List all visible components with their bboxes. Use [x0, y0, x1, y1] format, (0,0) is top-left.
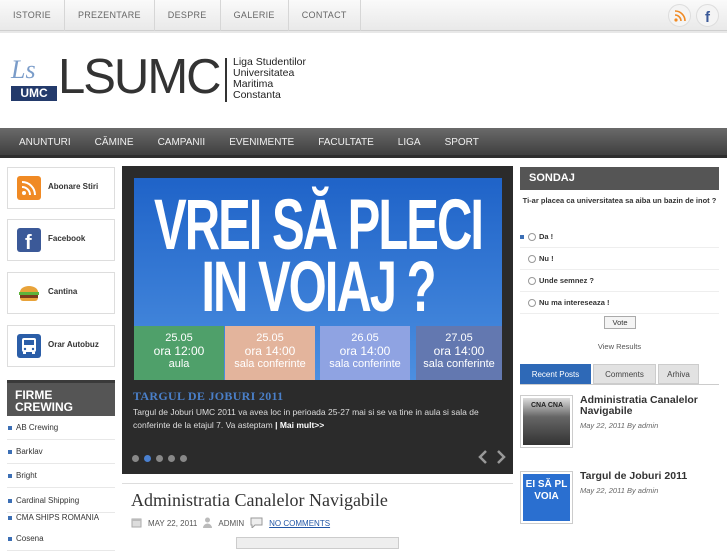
recent-post-date: May 22, 2011 By admin [580, 486, 659, 495]
top-navigation: ISTORIE PREZENTARE DESPRE GALERIE CONTAC… [0, 0, 727, 31]
logo-separator [225, 58, 227, 102]
recent-post-title[interactable]: Administratia Canalelor Navigabile [580, 395, 715, 417]
orar-autobuz-box[interactable]: Orar Autobuz [7, 325, 115, 367]
nav-link-despre[interactable]: DESPRE [155, 0, 221, 31]
user-icon [203, 517, 213, 530]
slide-description: Targul de Joburi UMC 2011 va avea loc in… [133, 407, 479, 430]
tab-recent-posts[interactable]: Recent Posts [520, 364, 591, 384]
slider-dot-active[interactable] [144, 455, 151, 462]
recent-post-title[interactable]: Targul de Joburi 2011 [580, 471, 715, 482]
view-results-link[interactable]: View Results [520, 342, 719, 351]
poll-question: Ti-ar placea ca universitatea sa aiba un… [522, 196, 717, 205]
logo-text: LSUMC [58, 50, 222, 104]
facebook-icon: f [17, 228, 41, 254]
crewing-link[interactable]: AB Crewing [7, 416, 115, 440]
post-date: MAY 22, 2011 [148, 519, 198, 528]
cantina-box[interactable]: Cantina [7, 272, 115, 314]
post-author: ADMIN [218, 519, 245, 528]
facebook-icon[interactable]: f [696, 4, 719, 27]
logo-umc: UMC [11, 86, 57, 101]
slider-dot[interactable] [168, 455, 175, 462]
slider-dot[interactable] [132, 455, 139, 462]
tab-arhiva[interactable]: Arhiva [658, 364, 699, 384]
recent-post-date: May 22, 2011 By admin [580, 421, 659, 430]
tab-comments[interactable]: Comments [593, 364, 656, 384]
rss-icon[interactable] [668, 4, 691, 27]
logo-mark: Ls [11, 55, 36, 84]
firme-crewing-heading: FIRME CREWING [7, 380, 115, 416]
featured-slider: VREI SĂ PLECI IN VOIAJ ? 25.05 ora 12:00 a… [122, 166, 513, 474]
slide-headline-2: IN VOIAJ ? [201, 248, 436, 328]
post-title[interactable]: Administratia Canalelor Navigabile [131, 490, 388, 511]
nav-link-istorie[interactable]: ISTORIE [0, 0, 65, 31]
box-label: Orar Autobuz [48, 340, 99, 349]
facebook-box[interactable]: f Facebook [7, 219, 115, 261]
post-image [236, 537, 399, 549]
poll-heading: SONDAJ [520, 167, 719, 190]
slider-dot[interactable] [156, 455, 163, 462]
nav-link-contact[interactable]: CONTACT [289, 0, 361, 31]
calendar-icon [131, 517, 142, 530]
box-label: Facebook [48, 234, 86, 243]
crewing-link[interactable]: Cosena [7, 527, 115, 551]
burger-icon [17, 281, 41, 305]
bus-icon [17, 334, 41, 358]
menu-sport[interactable]: SPORT [433, 128, 491, 158]
schedule-cell: 27.05 ora 14:00 sala conferinte [416, 326, 502, 380]
svg-text:f: f [25, 232, 32, 252]
crewing-link[interactable]: Barklav [7, 440, 115, 464]
menu-campanii[interactable]: CAMPANII [146, 128, 218, 158]
vote-button[interactable]: Vote [604, 316, 636, 329]
schedule-cell: 25.05 ora 14:00 sala conferinte [225, 326, 315, 380]
rss-icon [17, 176, 41, 200]
tab-divider [520, 384, 719, 385]
post-thumbnail[interactable]: CNA CNA [520, 395, 573, 448]
next-arrow-icon[interactable] [495, 450, 509, 466]
slider-dot[interactable] [180, 455, 187, 462]
svg-text:f: f [705, 9, 711, 23]
post-meta: MAY 22, 2011 ADMIN NO COMMENTS [131, 517, 330, 530]
menu-camine[interactable]: CĂMINE [83, 128, 146, 158]
menu-evenimente[interactable]: EVENIMENTE [217, 128, 306, 158]
nav-link-prezentare[interactable]: PREZENTARE [65, 0, 155, 31]
read-more-link[interactable]: | Mai mult>> [275, 420, 324, 430]
schedule-cell: 25.05 ora 12:00 aula [134, 326, 224, 380]
post-thumbnail[interactable]: EI SĂ PL VOIA [520, 471, 573, 524]
site-header: Ls UMC LSUMC Liga Studentilor Universita… [0, 31, 727, 128]
radio-button[interactable] [528, 277, 536, 285]
slide-title[interactable]: TARGUL DE JOBURI 2011 [133, 389, 283, 404]
poll-option[interactable]: Da ! [520, 226, 719, 248]
menu-anunturi[interactable]: ANUNTURI [0, 128, 83, 158]
main-navigation: ANUNTURI CĂMINE CAMPANII EVENIMENTE FACU… [0, 128, 727, 158]
poll-option[interactable]: Nu ma intereseaza ! [520, 292, 719, 314]
site-logo[interactable]: Ls UMC LSUMC Liga Studentilor Universita… [8, 50, 318, 110]
post-preview: Administratia Canalelor Navigabile MAY 2… [122, 483, 513, 549]
box-label: Abonare Stiri [48, 182, 99, 191]
menu-liga[interactable]: LIGA [386, 128, 433, 158]
radio-button[interactable] [528, 299, 536, 307]
prev-arrow-icon[interactable] [477, 450, 491, 466]
schedule-cell: 26.05 ora 14:00 sala conferinte [320, 326, 410, 380]
logo-subtitle: Liga Studentilor Universitatea Maritima … [233, 56, 306, 101]
radio-button[interactable] [528, 233, 536, 241]
abonare-stiri-box[interactable]: Abonare Stiri [7, 167, 115, 209]
box-label: Cantina [48, 287, 78, 296]
nav-link-galerie[interactable]: GALERIE [221, 0, 289, 31]
slide-image[interactable]: VREI SĂ PLECI IN VOIAJ ? 25.05 ora 12:00 a… [134, 178, 502, 380]
comment-icon [250, 517, 263, 530]
poll-option[interactable]: Unde semnez ? [520, 270, 719, 292]
poll-option[interactable]: Nu ! [520, 248, 719, 270]
menu-facultate[interactable]: FACULTATE [306, 128, 386, 158]
radio-button[interactable] [528, 255, 536, 263]
comments-link[interactable]: NO COMMENTS [269, 519, 330, 528]
crewing-link[interactable]: Bright [7, 464, 115, 488]
